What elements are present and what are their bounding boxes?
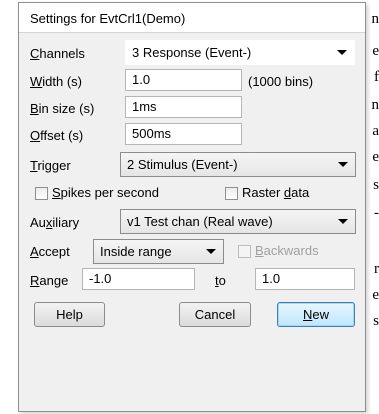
dialog-title: Settings for EvtCrl1(Demo): [30, 11, 186, 26]
auxiliary-select[interactable]: v1 Test chan (Real wave): [120, 209, 356, 234]
new-button[interactable]: New: [277, 302, 355, 327]
bins-note: (1000 bins): [248, 74, 314, 89]
dialog-titlebar[interactable]: Settings for EvtCrl1(Demo): [19, 3, 365, 33]
channels-select-value: 3 Response (Event-): [132, 45, 252, 60]
offset-label: Offset (s): [30, 128, 84, 143]
channels-select[interactable]: 3 Response (Event-): [125, 40, 355, 65]
auxiliary-label: Auxiliary: [30, 215, 80, 230]
chevron-down-icon: [337, 50, 347, 55]
accept-select-value: Inside range: [100, 244, 172, 259]
range-to-label: to: [215, 273, 226, 288]
range-from-input[interactable]: -1.0: [82, 268, 195, 290]
raster-data-label: Raster data: [242, 185, 310, 200]
spikes-per-second-checkbox[interactable]: [35, 187, 48, 200]
offset-input[interactable]: 500ms: [125, 123, 242, 145]
spikes-per-second-label: Spikes per second: [52, 185, 159, 200]
help-button[interactable]: Help: [34, 302, 105, 327]
chevron-down-icon: [338, 162, 348, 167]
range-to-input[interactable]: 1.0: [255, 268, 355, 290]
raster-data-checkbox[interactable]: [225, 187, 238, 200]
trigger-select[interactable]: 2 Stimulus (Event-): [120, 152, 356, 177]
range-label: Range: [30, 273, 69, 288]
trigger-select-value: 2 Stimulus (Event-): [127, 157, 238, 172]
channels-label: Channels: [30, 46, 85, 61]
cancel-button[interactable]: Cancel: [179, 302, 251, 327]
backwards-label: Backwards: [255, 243, 319, 258]
bin-size-input[interactable]: 1ms: [125, 96, 242, 118]
width-label: Width (s): [30, 74, 83, 89]
auxiliary-select-value: v1 Test chan (Real wave): [127, 214, 273, 229]
trigger-label: Trigger: [30, 158, 71, 173]
width-input[interactable]: 1.0: [125, 69, 242, 91]
settings-dialog: Settings for EvtCrl1(Demo) Channels 3 Re…: [18, 2, 366, 412]
accept-select[interactable]: Inside range: [93, 239, 224, 264]
backwards-checkbox[interactable]: [238, 245, 251, 258]
chevron-down-icon: [338, 219, 348, 224]
bin-size-label: Bin size (s): [30, 101, 95, 116]
accept-label: Accept: [30, 244, 70, 259]
chevron-down-icon: [206, 249, 216, 254]
